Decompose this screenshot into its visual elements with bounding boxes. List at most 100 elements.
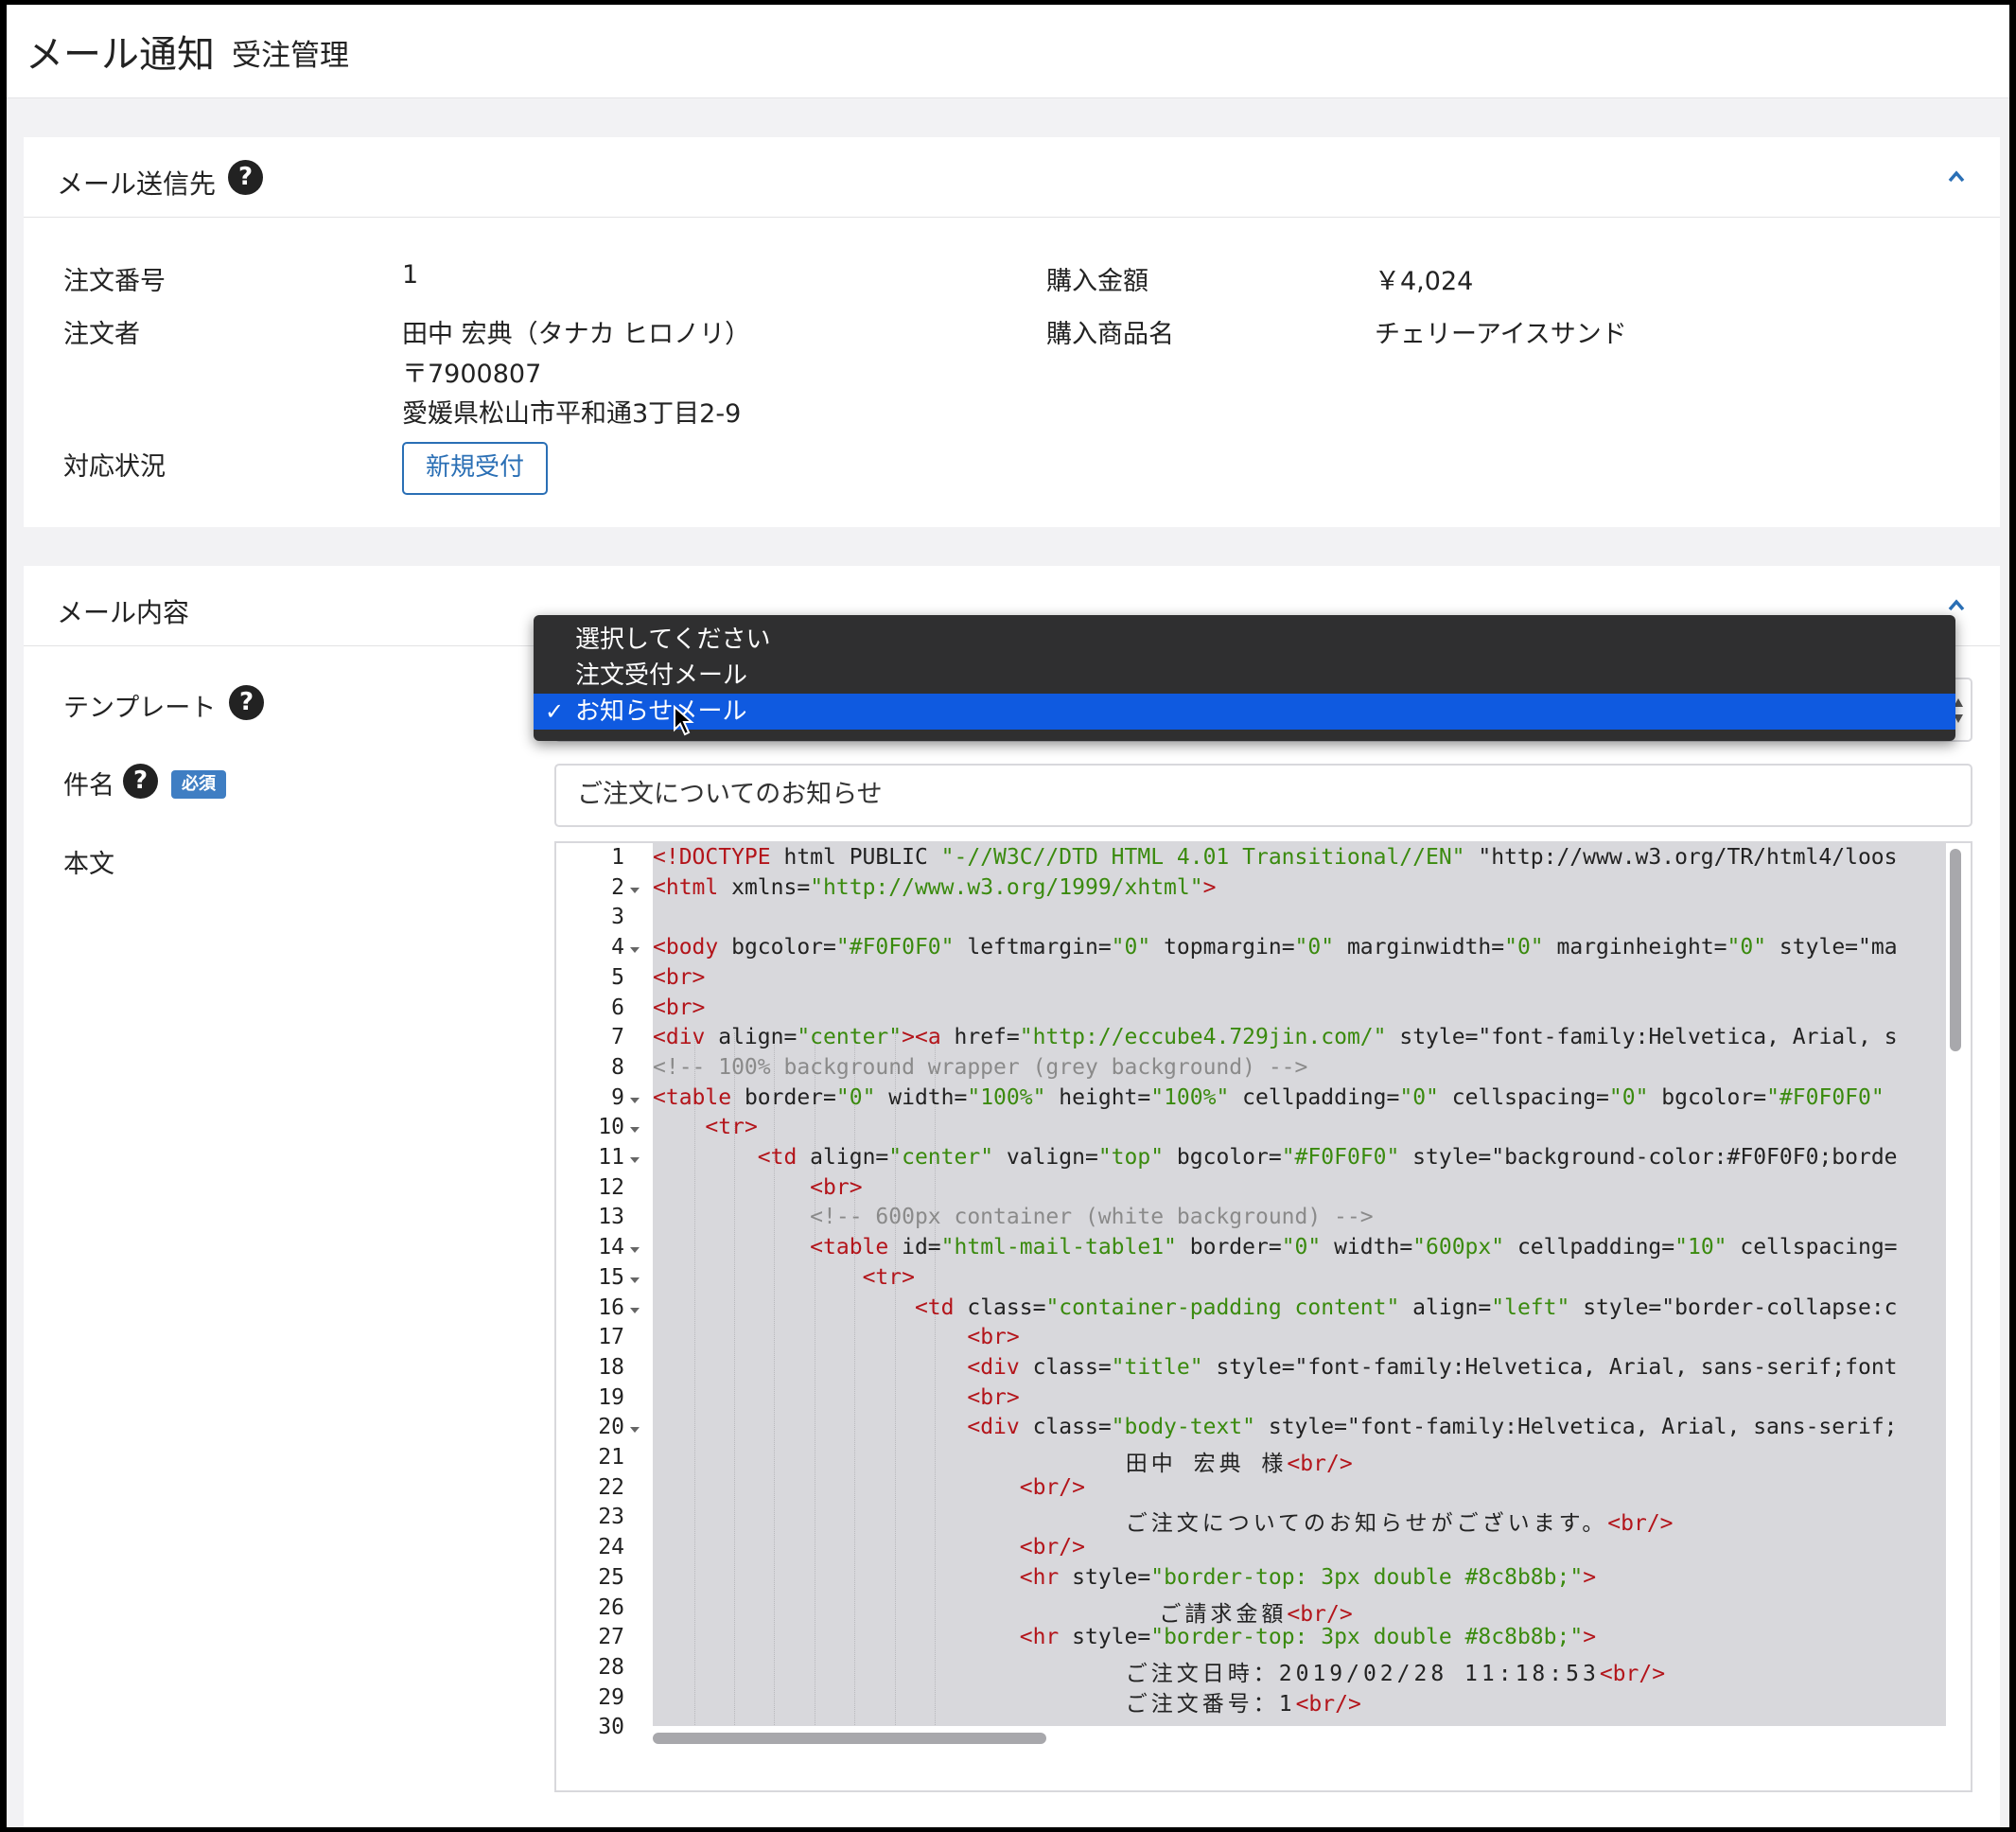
line-number: 26: [598, 1594, 624, 1620]
code-line: <hr style="border-top: 3px double #8c8b8…: [1019, 1625, 1597, 1650]
page-subtitle: 受注管理: [232, 39, 349, 73]
line-number: 6: [611, 995, 624, 1020]
fold-toggle-icon[interactable]: [630, 887, 640, 893]
fold-toggle-icon[interactable]: [630, 1307, 640, 1313]
purchase-amount-value: ￥4,024: [1375, 267, 1474, 296]
code-text-area[interactable]: <!DOCTYPE html PUBLIC "-//W3C//DTD HTML …: [653, 843, 1946, 1726]
page-title: メール通知: [26, 33, 215, 77]
line-number: 24: [598, 1535, 624, 1560]
status-badge: 新規受付: [402, 442, 548, 495]
card-title-recipient: メール送信先: [57, 168, 217, 200]
mouse-pointer-icon: [674, 705, 694, 736]
line-number: 15: [598, 1264, 624, 1290]
code-line: <br/>: [1019, 1474, 1085, 1500]
line-number: 27: [598, 1625, 624, 1650]
line-number: 29: [598, 1684, 624, 1710]
question-circle-icon[interactable]: ?: [229, 685, 264, 720]
code-line: ご注文日時：2019/02/28 11:18:53<br/>: [653, 1661, 1666, 1686]
line-number: 11: [598, 1145, 624, 1170]
code-line: <td align="center" valign="top" bgcolor=…: [757, 1145, 1898, 1170]
fold-toggle-icon[interactable]: [630, 947, 640, 954]
orderer-address: 愛媛県松山市平和通3丁目2-9: [402, 399, 742, 429]
code-line: <td class="container-padding content" al…: [914, 1295, 1898, 1320]
code-line: <br/>: [1019, 1535, 1085, 1560]
template-label: テンプレート: [63, 694, 217, 723]
line-number: 25: [598, 1564, 624, 1590]
line-number: 1: [611, 845, 624, 870]
dropdown-option-label: お知らせメール: [575, 697, 747, 726]
body-code-editor[interactable]: 1 2 3 4 5 6 7 8 9 10 11 12 13 14 15 16 17 18 19 20 21 22 23 24 2…: [554, 841, 1972, 1792]
card-header[interactable]: メール送信先 ?: [24, 137, 2000, 218]
line-number: 14: [598, 1235, 624, 1260]
dropdown-option-label: 選択してください: [575, 625, 771, 654]
mail-recipient-card: メール送信先 ? 注文番号 1 購入金額 ￥4,024 注文者 田中 宏典（タナ…: [24, 137, 2000, 527]
dropdown-option[interactable]: 選択してください: [534, 622, 1955, 658]
mail-content-card: メール内容 テンプレート ? 件名 ? 必須 ご注文についてのお知らせ 本文 1…: [24, 566, 2000, 1827]
fold-toggle-icon[interactable]: [630, 1097, 640, 1103]
code-line: <br>: [810, 1174, 863, 1200]
code-line: <body bgcolor="#F0F0F0" leftmargin="0" t…: [653, 935, 1898, 960]
line-number: 20: [598, 1415, 624, 1440]
code-line: <br>: [653, 964, 706, 990]
product-name-label: 購入商品名: [1046, 320, 1174, 349]
line-number-gutter: 1 2 3 4 5 6 7 8 9 10 11 12 13 14 15 16 17 18 19 20 21 22 23 24 2…: [556, 843, 653, 1790]
line-number: 30: [598, 1715, 624, 1740]
line-number: 5: [611, 964, 624, 990]
dropdown-option-selected[interactable]: ✓ お知らせメール: [534, 694, 1955, 730]
line-number: 4: [611, 935, 624, 960]
line-number: 22: [598, 1474, 624, 1500]
dropdown-option[interactable]: 注文受付メール: [534, 658, 1955, 694]
fold-toggle-icon[interactable]: [630, 1427, 640, 1434]
line-number: 18: [598, 1354, 624, 1380]
line-number: 12: [598, 1174, 624, 1200]
fold-toggle-icon[interactable]: [630, 1277, 640, 1283]
code-line: <!DOCTYPE html PUBLIC "-//W3C//DTD HTML …: [653, 845, 1898, 870]
line-number: 7: [611, 1025, 624, 1050]
code-line: ご注文についてのお知らせがございます。<br/>: [653, 1511, 1674, 1537]
code-line: <hr style="border-top: 3px double #8c8b8…: [1019, 1564, 1597, 1590]
chevron-up-icon[interactable]: [1947, 596, 1966, 615]
code-line: ご注文番号：1<br/>: [653, 1691, 1361, 1717]
question-circle-icon[interactable]: ?: [228, 160, 263, 195]
orderer-name: 田中 宏典（タナカ ヒロノリ）: [402, 320, 751, 349]
required-badge: 必須: [171, 770, 226, 799]
line-number: 19: [598, 1384, 624, 1410]
chevron-up-icon[interactable]: [1947, 167, 1966, 186]
subject-input[interactable]: ご注文についてのお知らせ: [554, 764, 1972, 827]
horizontal-scrollbar[interactable]: [653, 1733, 1046, 1744]
fold-toggle-icon[interactable]: [630, 1157, 640, 1163]
code-line: ご請求金額<br/>: [653, 1601, 1353, 1627]
subject-label: 件名: [63, 771, 114, 801]
orderer-postal-code: 〒7900807: [402, 360, 542, 389]
fold-toggle-icon[interactable]: [630, 1127, 640, 1134]
line-number: 21: [598, 1445, 624, 1470]
code-line: <html xmlns="http://www.w3.org/1999/xhtm…: [653, 874, 1217, 900]
fold-toggle-icon[interactable]: [630, 1247, 640, 1254]
line-number: 10: [598, 1115, 624, 1140]
dropdown-option-label: 注文受付メール: [575, 661, 748, 690]
body-label: 本文: [63, 850, 114, 879]
order-number-value: 1: [402, 260, 419, 290]
line-number: 28: [598, 1654, 624, 1680]
code-line: <!-- 600px container (white background) …: [810, 1205, 1374, 1230]
template-dropdown-menu: 選択してください 注文受付メール ✓ お知らせメール: [534, 615, 1955, 741]
line-number: 16: [598, 1295, 624, 1320]
code-line: <tr>: [705, 1115, 758, 1140]
code-line: 田中 宏典 様<br/>: [653, 1452, 1353, 1476]
line-number: 8: [611, 1054, 624, 1080]
checkmark-icon: ✓: [545, 698, 565, 725]
line-number: 17: [598, 1325, 624, 1350]
status-label: 対応状況: [63, 452, 166, 482]
orderer-label: 注文者: [63, 320, 140, 349]
page-header: メール通知 受注管理: [7, 5, 2009, 98]
code-line: <br>: [967, 1384, 1020, 1410]
code-line: <table border="0" width="100%" height="1…: [653, 1084, 1885, 1110]
code-line: <br>: [967, 1325, 1020, 1350]
purchase-amount-label: 購入金額: [1046, 267, 1148, 296]
line-number: 2: [611, 874, 624, 900]
code-line: <div class="body-text" style="font-famil…: [967, 1415, 1898, 1440]
code-line: <br>: [653, 995, 706, 1020]
line-number: 23: [598, 1505, 624, 1530]
vertical-scrollbar[interactable]: [1950, 849, 1961, 1051]
question-circle-icon[interactable]: ?: [123, 764, 158, 799]
